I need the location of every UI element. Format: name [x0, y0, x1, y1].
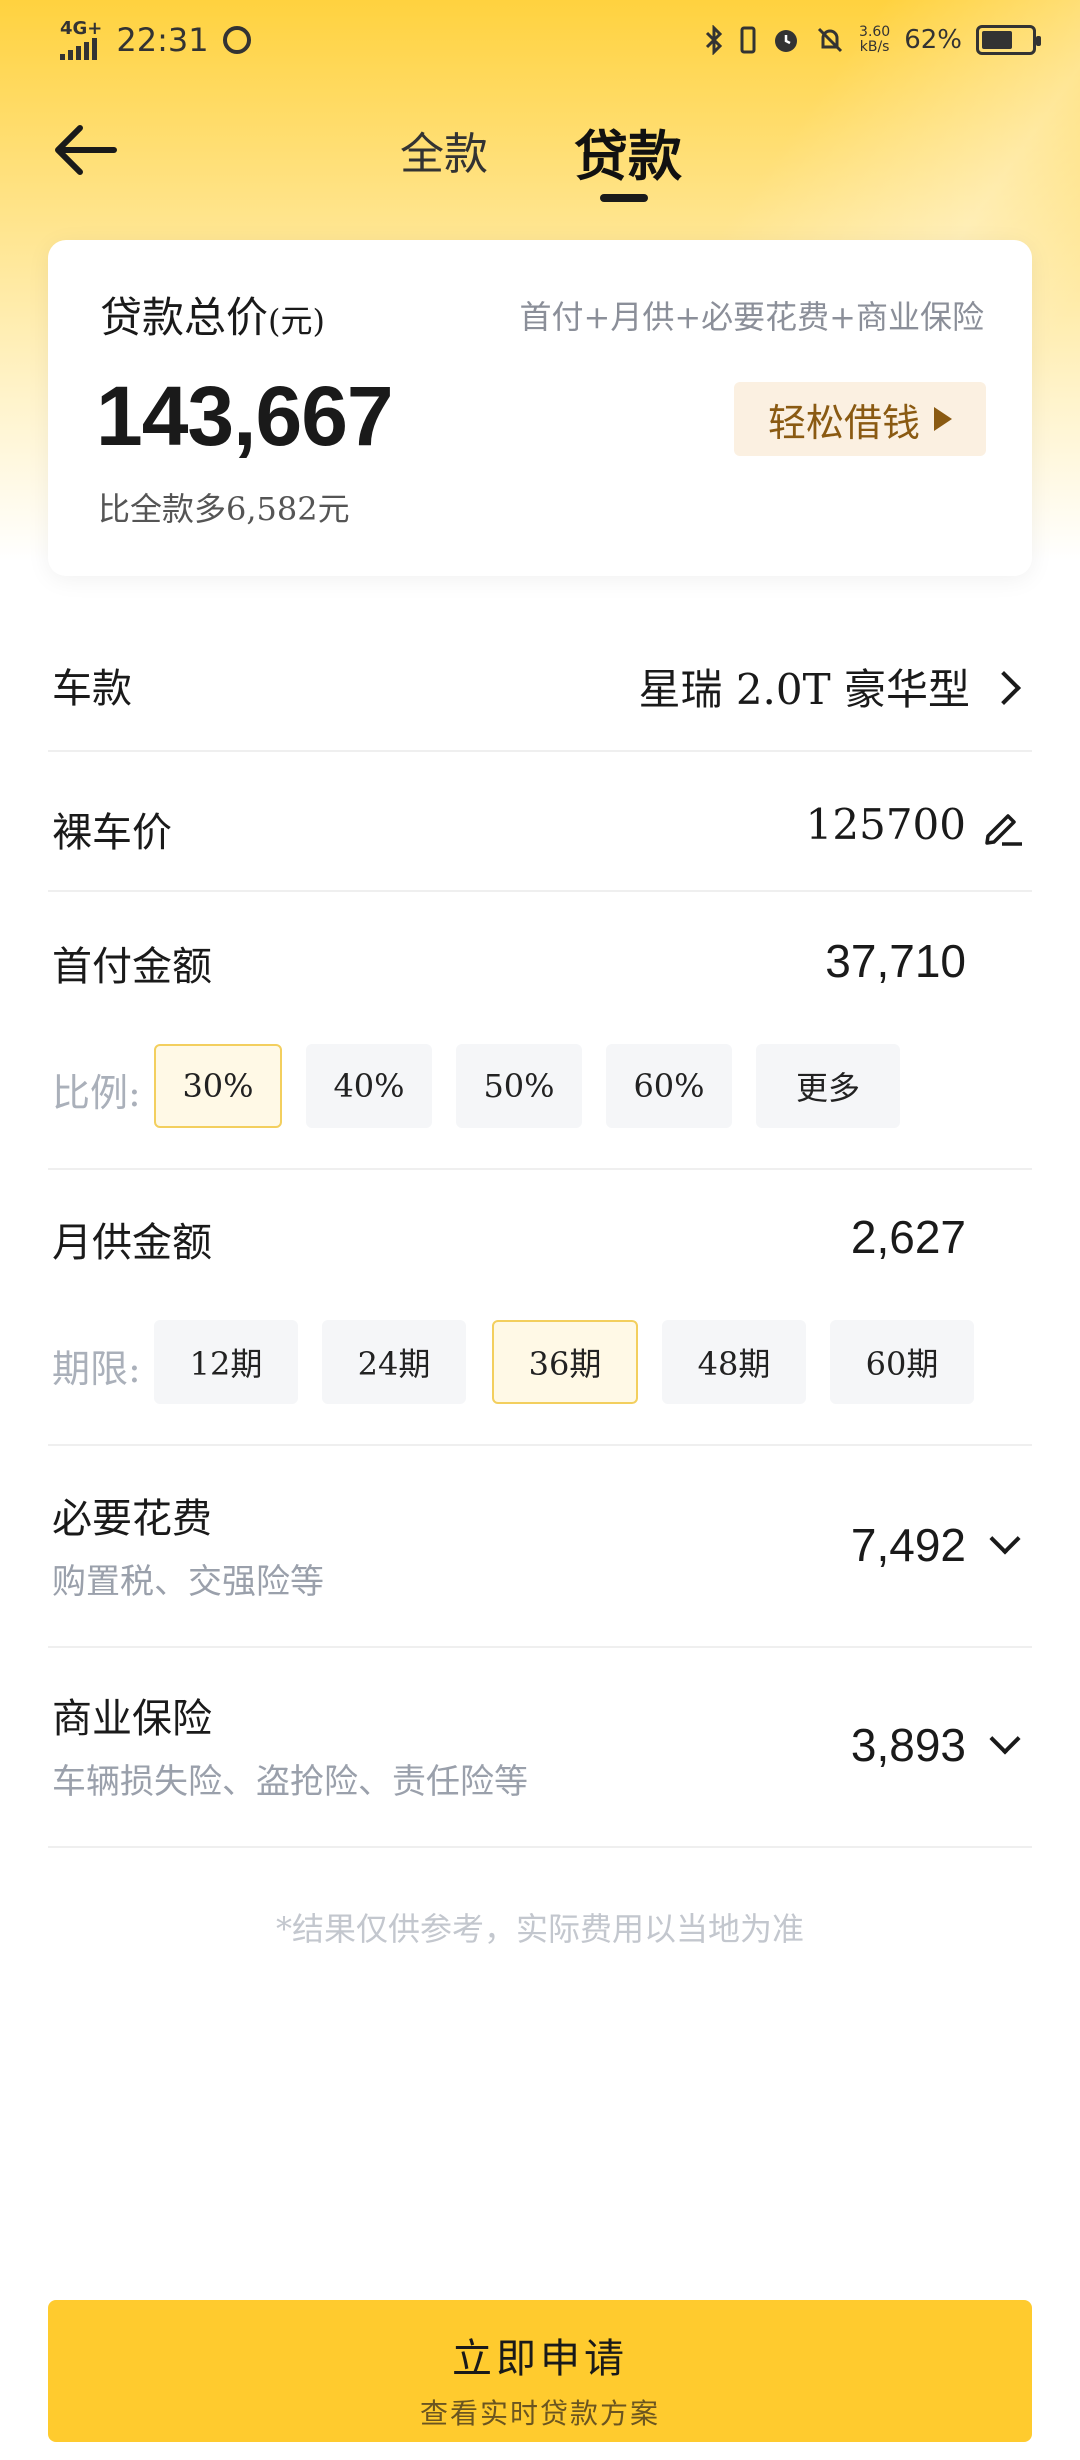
loan-total-unit: (元) [268, 302, 325, 340]
loan-total-formula: 首付+月供+必要花费+商业保险 [519, 298, 984, 336]
battery-fill [982, 31, 1012, 49]
monthly-payment-section: 月供金额 2,627 期限: 12期 24期 36期 48期 60期 [48, 1196, 1032, 1446]
easy-borrow-label: 轻松借钱 [767, 400, 920, 445]
commercial-insurance-row[interactable]: 商业保险 车辆损失险、盗抢险、责任险等 3,893 [48, 1670, 1032, 1850]
divider [48, 890, 1032, 892]
battery-percent: 62% [904, 25, 962, 55]
back-arrow-icon[interactable] [50, 120, 120, 180]
term-option-12[interactable]: 12期 [154, 1320, 298, 1404]
divider [48, 750, 1032, 752]
vibrate-icon [740, 26, 756, 54]
apply-now-label: 立即申请 [452, 2336, 628, 2382]
active-tab-indicator [600, 194, 648, 202]
edit-pencil-icon[interactable] [982, 806, 1024, 848]
network-speed: 3.60 kB/s [859, 25, 890, 55]
speed-value: 3.60 [859, 24, 891, 40]
ratio-option-30[interactable]: 30% [154, 1044, 282, 1128]
chevron-down-icon [989, 1523, 1021, 1555]
loan-total-title-text: 贷款总价 [100, 293, 269, 342]
ratio-option-more[interactable]: 更多 [756, 1044, 900, 1128]
necessary-fees-row[interactable]: 必要花费 购置税、交强险等 7,492 [48, 1470, 1032, 1650]
ratio-label: 比例: [52, 1071, 141, 1115]
bare-price-label: 裸车价 [52, 810, 172, 856]
play-triangle-icon [934, 407, 952, 431]
necessary-fees-description: 购置税、交强险等 [52, 1562, 324, 1602]
ratio-option-50[interactable]: 50% [456, 1044, 582, 1128]
commercial-insurance-description: 车辆损失险、盗抢险、责任险等 [52, 1762, 528, 1802]
speed-unit: kB/s [859, 39, 890, 55]
divider [48, 1846, 1032, 1848]
term-label: 期限: [52, 1347, 141, 1391]
down-payment-label: 首付金额 [52, 944, 212, 990]
term-option-36[interactable]: 36期 [492, 1320, 638, 1404]
divider [48, 1168, 1032, 1170]
network-type: 4G+ [60, 18, 103, 39]
down-payment-value: 37,710 [825, 935, 966, 987]
apply-now-button[interactable]: 立即申请 查看实时贷款方案 [48, 2300, 1032, 2442]
status-left: 4G+ 22:31 [60, 20, 251, 60]
bluetooth-icon [705, 25, 723, 55]
mute-notification-icon [817, 27, 843, 53]
monthly-payment-value: 2,627 [850, 1211, 966, 1263]
apply-now-subtitle: 查看实时贷款方案 [419, 2397, 660, 2430]
ratio-option-60[interactable]: 60% [606, 1044, 732, 1128]
loan-summary-card: 贷款总价(元) 首付+月供+必要花费+商业保险 143,667 比全款多6,58… [48, 240, 1032, 576]
status-time: 22:31 [116, 21, 209, 59]
signal-indicator: 4G+ [60, 20, 102, 60]
necessary-fees-label: 必要花费 [52, 1496, 212, 1542]
necessary-fees-value: 7,492 [850, 1519, 966, 1571]
loan-total-title: 贷款总价(元) [100, 284, 325, 345]
car-model-value: 星瑞 2.0T 豪华型 [638, 665, 970, 714]
battery-icon [976, 25, 1041, 55]
sync-icon [222, 26, 251, 54]
tab-full-payment[interactable]: 全款 [400, 118, 488, 182]
car-model-label: 车款 [52, 666, 132, 712]
loan-total-amount: 143,667 [96, 369, 394, 463]
signal-bars-icon [60, 38, 97, 60]
ratio-option-40[interactable]: 40% [306, 1044, 432, 1128]
bare-price-row: 裸车价 125700 [48, 780, 1032, 890]
divider [48, 1646, 1032, 1648]
top-navigation: 全款 贷款 [0, 100, 1080, 210]
term-option-48[interactable]: 48期 [662, 1320, 806, 1404]
term-option-24[interactable]: 24期 [322, 1320, 466, 1404]
commercial-insurance-value: 3,893 [850, 1719, 966, 1771]
car-model-row[interactable]: 车款 星瑞 2.0T 豪华型 [48, 640, 1032, 750]
commercial-insurance-label: 商业保险 [52, 1696, 212, 1742]
bare-price-value[interactable]: 125700 [806, 800, 966, 849]
monthly-payment-label: 月供金额 [52, 1220, 212, 1266]
easy-borrow-button[interactable]: 轻松借钱 [734, 382, 986, 456]
alarm-icon [775, 30, 798, 52]
chevron-down-icon [989, 1723, 1021, 1755]
tab-loan[interactable]: 贷款 [574, 112, 682, 191]
status-bar: 4G+ 22:31 3.60 kB/s 62% [0, 0, 1080, 80]
divider [48, 1444, 1032, 1446]
down-payment-section: 首付金额 37,710 比例: 30% 40% 50% 60% 更多 [48, 920, 1032, 1170]
chevron-right-icon [987, 671, 1021, 705]
disclaimer-text: *结果仅供参考，实际费用以当地为准 [275, 1910, 804, 1948]
term-option-60[interactable]: 60期 [830, 1320, 974, 1404]
status-right: 3.60 kB/s 62% [703, 25, 1041, 55]
loan-vs-full-difference: 比全款多6,582元 [98, 490, 350, 528]
